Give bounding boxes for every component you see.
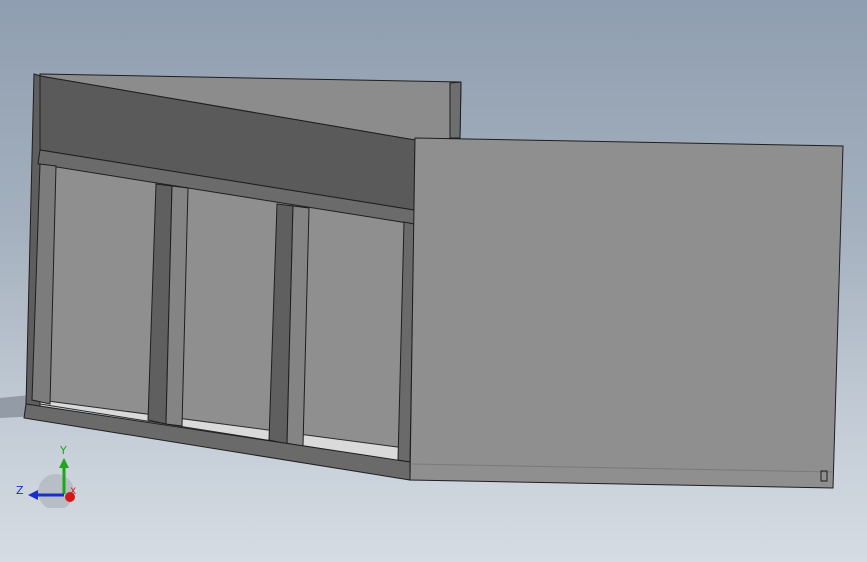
axis-triad[interactable]: Y Z X [14, 438, 84, 508]
x-axis-label: X [70, 487, 76, 497]
y-axis-arrow-icon [59, 458, 69, 468]
back-panel-end [449, 81, 462, 139]
model-scene[interactable] [0, 0, 867, 562]
triad-shadow [38, 474, 74, 508]
graphics-viewport[interactable]: Y Z X [0, 0, 867, 562]
z-axis-label: Z [16, 484, 24, 497]
right-side-panel[interactable] [409, 137, 844, 489]
y-axis-label: Y [59, 444, 67, 457]
z-axis-arrow-icon [28, 490, 38, 500]
